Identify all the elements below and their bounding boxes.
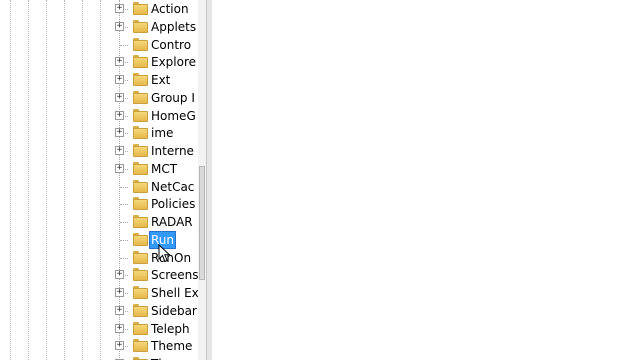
tree-item[interactable]: + Applets <box>112 18 206 36</box>
expand-toggle-icon[interactable]: + <box>115 288 124 297</box>
tree-vertical-scrollbar[interactable] <box>198 0 206 360</box>
tree-item-label: ime <box>151 126 174 141</box>
tree-item-label: Them <box>150 356 186 360</box>
tree-item[interactable]: + Ext <box>112 71 206 89</box>
folder-icon <box>133 37 148 51</box>
expand-toggle-icon[interactable]: + <box>115 146 124 155</box>
expand-toggle-icon[interactable]: + <box>115 323 124 333</box>
folder-icon <box>133 73 148 86</box>
folder-icon <box>133 126 148 140</box>
tree-guide-line <box>46 0 47 360</box>
tree-item[interactable]: + Screens <box>112 266 206 284</box>
scrollbar-thumb[interactable] <box>199 166 205 280</box>
tree-item[interactable]: + Interne <box>112 142 206 160</box>
folder-icon <box>133 286 148 299</box>
tree-item-label: Contro <box>151 37 192 52</box>
tree-guide-line <box>64 0 65 360</box>
folder-icon <box>133 90 148 104</box>
folder-icon <box>133 144 148 157</box>
tree-item-label: Teleph <box>151 321 190 336</box>
tree-item-label: NetCac <box>151 179 195 194</box>
folder-icon <box>133 161 148 175</box>
expand-toggle-icon[interactable]: + <box>115 128 124 138</box>
tree-item-label: RADAR <box>151 215 193 229</box>
tree-connector-line <box>120 204 128 206</box>
mouse-pointer-icon <box>158 244 171 263</box>
tree-item[interactable]: RADAR <box>112 213 206 231</box>
expand-toggle-icon[interactable]: + <box>115 4 124 13</box>
tree-connector-line <box>120 257 128 259</box>
expand-toggle-icon[interactable]: + <box>115 57 124 67</box>
tree-item[interactable]: Policies <box>112 195 206 213</box>
expand-toggle-icon[interactable]: + <box>115 110 124 120</box>
tree-connector-line <box>120 222 128 223</box>
folder-icon <box>133 215 148 228</box>
tree-item[interactable]: + Theme <box>112 337 206 355</box>
tree-item[interactable]: Contro <box>112 36 206 54</box>
folder-icon <box>133 268 148 282</box>
tree-item-label: Interne <box>151 144 194 158</box>
tree-item[interactable]: NetCac <box>112 178 206 196</box>
expand-toggle-icon[interactable]: + <box>115 75 124 84</box>
folder-icon <box>133 321 148 335</box>
expand-toggle-icon[interactable]: + <box>115 305 124 315</box>
tree-item-label: Policies <box>151 197 196 212</box>
tree-item-label: Theme <box>151 339 193 354</box>
tree-item[interactable]: + Explore <box>112 53 206 71</box>
tree-item-label: Screens <box>151 268 199 283</box>
registry-tree-pane[interactable]: + Action + Applets Contro + Explore + Ext + Group … <box>0 0 206 360</box>
tree-connector-line <box>120 44 128 46</box>
tree-connector-line <box>120 239 128 241</box>
tree-guide-line <box>100 0 101 360</box>
folder-icon <box>133 303 148 317</box>
folder-icon <box>133 55 148 69</box>
tree-connector-line <box>120 186 128 188</box>
tree-item[interactable]: + HomeG <box>112 107 206 125</box>
tree-item-label: HomeG <box>151 108 196 123</box>
tree-item-label: MCT <box>151 161 178 176</box>
tree-item[interactable]: + Action <box>112 0 206 18</box>
tree-item-label: Shell Ex <box>151 286 199 300</box>
expand-toggle-icon[interactable]: + <box>115 21 124 31</box>
folder-icon <box>133 179 148 193</box>
tree-item-label: Ext <box>151 73 171 87</box>
tree-guide-line <box>28 0 29 360</box>
tree-item[interactable]: + Sidebar <box>112 302 206 320</box>
folder-icon <box>133 197 148 211</box>
folder-icon <box>133 2 148 15</box>
tree-item-label: Explore <box>151 55 197 70</box>
tree-item[interactable]: + MCT <box>112 160 206 178</box>
tree-item[interactable]: + ime <box>112 124 206 142</box>
tree-item[interactable]: + Teleph <box>112 320 206 338</box>
tree-item-label: Sidebar <box>151 303 197 318</box>
folder-icon <box>133 232 148 246</box>
folder-icon <box>133 108 148 122</box>
tree-guide-line <box>10 0 11 360</box>
expand-toggle-icon[interactable]: + <box>115 270 124 280</box>
tree-item[interactable]: + Shell Ex <box>112 284 206 302</box>
tree-guide-line <box>82 0 83 360</box>
expand-toggle-icon[interactable]: + <box>115 163 124 173</box>
tree-item-label: Group I <box>151 90 195 105</box>
tree-item-label: Action <box>151 2 189 16</box>
tree-item-label: Applets <box>151 19 197 34</box>
tree-item[interactable]: + Group I <box>112 89 206 107</box>
expand-toggle-icon[interactable]: + <box>115 92 124 102</box>
folder-icon <box>133 339 148 353</box>
tree-item[interactable]: +Them <box>112 355 206 360</box>
folder-icon <box>133 19 148 33</box>
expand-toggle-icon[interactable]: + <box>115 341 124 351</box>
folder-icon <box>133 250 148 264</box>
registry-values-pane[interactable] <box>212 0 640 360</box>
